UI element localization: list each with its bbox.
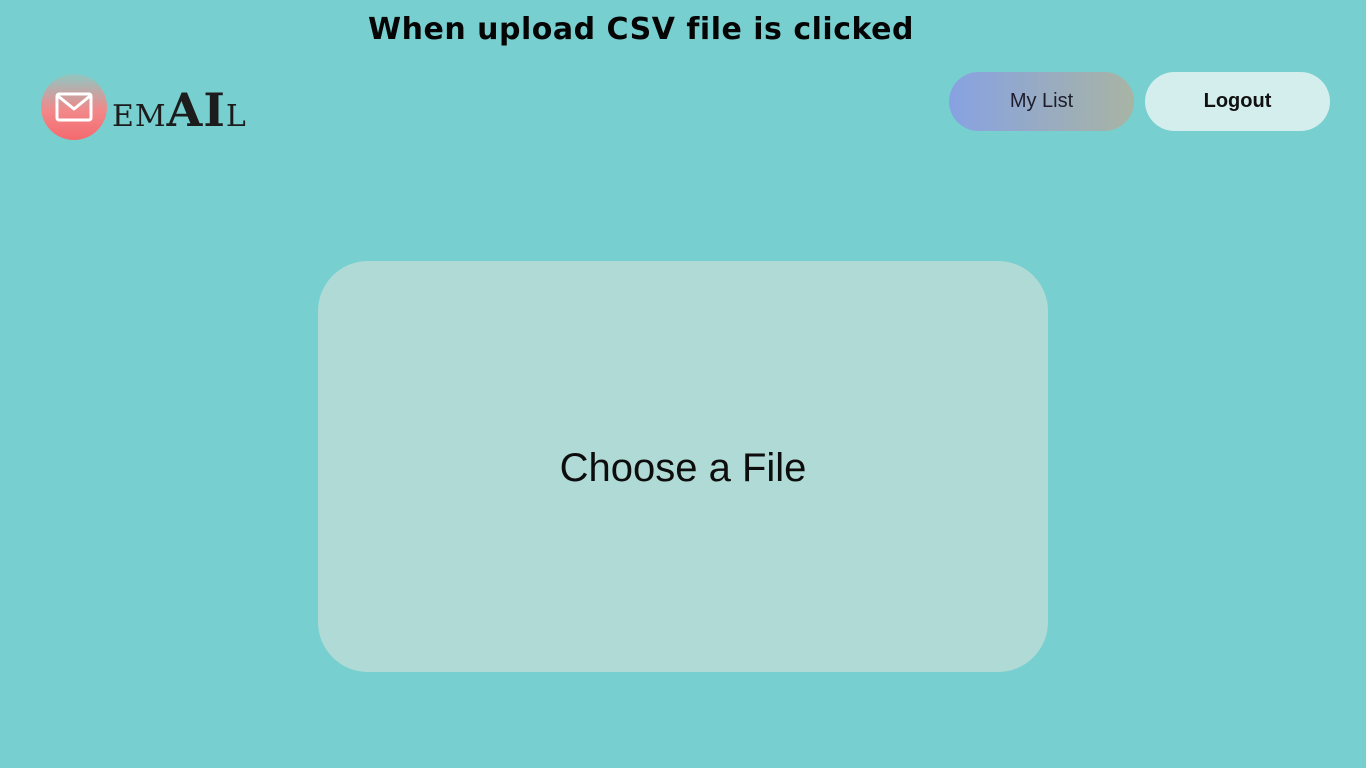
app-logo[interactable]: EM AI L xyxy=(41,74,247,140)
logo-wordmark-suffix: L xyxy=(225,99,247,134)
annotation-caption: When upload CSV file is clicked xyxy=(368,12,914,47)
choose-file-label: Choose a File xyxy=(559,446,807,490)
logout-button-label: Logout xyxy=(1203,90,1272,112)
logo-wordmark: EM AI L xyxy=(112,77,247,137)
logo-wordmark-prefix: EM xyxy=(112,99,167,134)
logo-badge xyxy=(41,74,107,140)
file-upload-dropzone[interactable]: Choose a File xyxy=(318,261,1048,672)
envelope-icon xyxy=(55,92,93,122)
logout-button[interactable]: Logout xyxy=(1145,72,1330,131)
logo-wordmark-highlight: AI xyxy=(166,83,226,137)
my-list-button-label: My List xyxy=(1009,90,1074,112)
my-list-button[interactable]: My List xyxy=(949,72,1134,131)
